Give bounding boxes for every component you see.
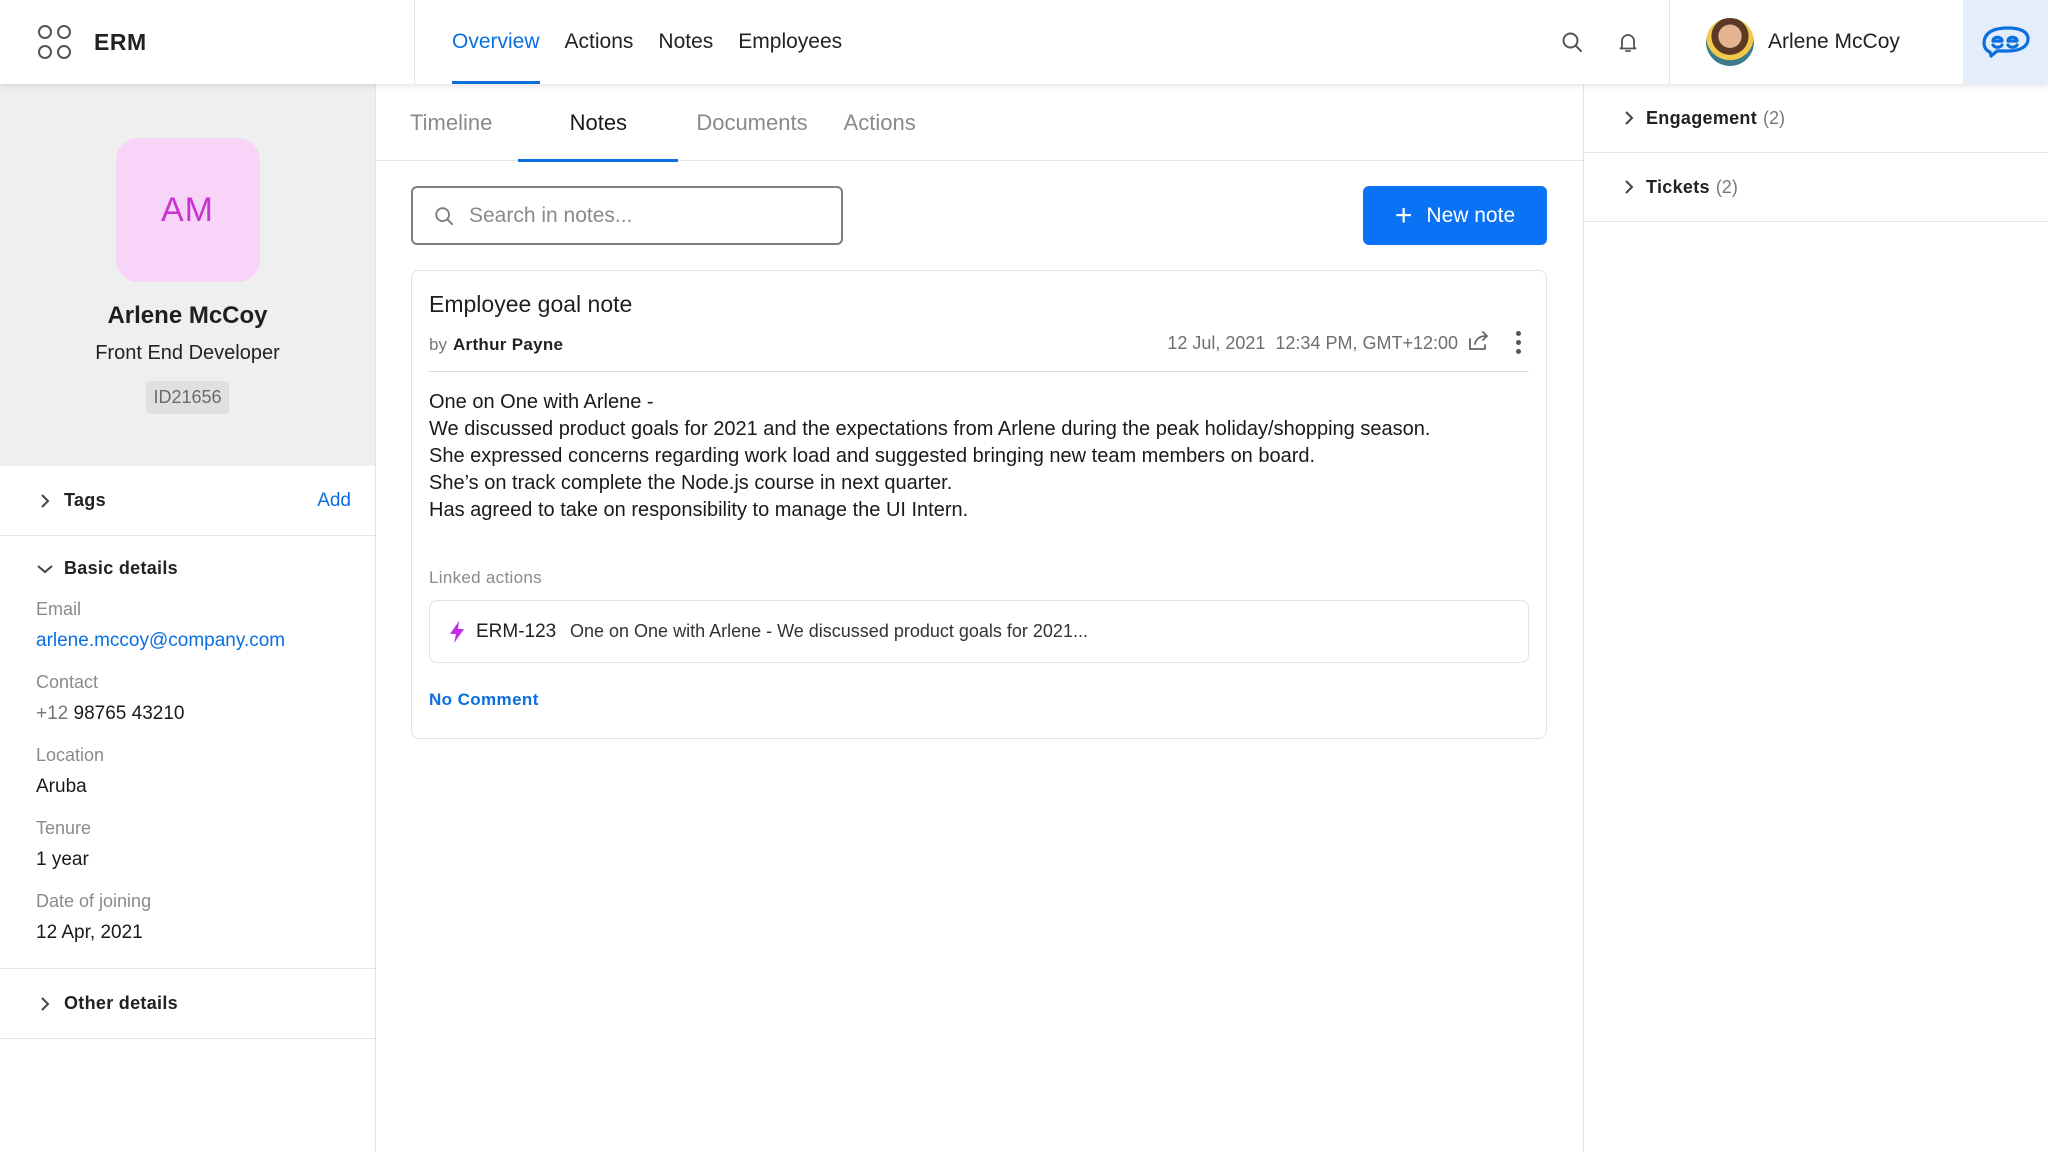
engagement-label: Engagement — [1646, 107, 1758, 128]
note-timestamp: 12 Jul, 2021 12:34 PM, GMT+12:00 — [1167, 333, 1458, 354]
initials-avatar: AM — [115, 138, 260, 282]
linked-action-item[interactable]: ERM-123 One on One with Arlene - We disc… — [429, 600, 1529, 663]
avatar — [1706, 18, 1754, 66]
brand-logo-icon[interactable] — [1963, 0, 2048, 84]
top-icons — [1556, 26, 1644, 58]
linked-action-text: One on One with Arlene - We discussed pr… — [570, 621, 1088, 641]
plus-icon: + — [1394, 198, 1413, 232]
chevron-right-icon — [1625, 111, 1634, 125]
app-name: ERM — [94, 28, 147, 55]
top-bar: ERM Overview Actions Notes Employees Arl… — [0, 0, 2048, 84]
new-note-button[interactable]: + New note — [1363, 186, 1547, 245]
note-line: We discussed product goals for 2021 and … — [429, 418, 1431, 440]
linked-actions-label: Linked actions — [429, 568, 542, 587]
contact-label: Contact — [36, 672, 99, 692]
tickets-section[interactable]: Tickets (2) — [1584, 153, 2048, 222]
employee-name: Arlene McCoy — [107, 302, 268, 329]
note-author-line: by Arthur Payne — [429, 335, 563, 355]
comment-link[interactable]: No Comment — [429, 690, 539, 710]
nav-item-employees[interactable]: Employees — [738, 0, 842, 84]
content-tabs: Timeline Notes Documents Actions — [376, 84, 1583, 162]
tags-section[interactable]: Tags Add — [0, 466, 375, 536]
nav-item-actions[interactable]: Actions — [565, 0, 634, 84]
doj-value: 12 Apr, 2021 — [36, 922, 143, 943]
location-value: Aruba — [36, 776, 87, 797]
email-value[interactable]: arlene.mccoy@company.com — [36, 630, 375, 652]
profile-card: AM Arlene McCoy Front End Developer ID21… — [0, 84, 375, 466]
nav-item-overview[interactable]: Overview — [452, 0, 540, 84]
add-tag-link[interactable]: Add — [317, 490, 351, 512]
chevron-right-icon — [41, 493, 50, 508]
tab-timeline[interactable]: Timeline — [410, 84, 492, 161]
note-title: Employee goal note — [429, 291, 633, 317]
other-details-section[interactable]: Other details — [0, 969, 375, 1039]
note-body: One on One with Arlene - We discussed pr… — [429, 389, 1529, 524]
chevron-right-icon — [41, 996, 50, 1011]
tickets-label: Tickets — [1646, 176, 1710, 197]
tenure-value: 1 year — [36, 849, 89, 870]
notes-search — [411, 186, 843, 245]
bolt-icon — [450, 620, 464, 643]
brand-area: ERM — [0, 0, 415, 84]
nav-item-notes[interactable]: Notes — [658, 0, 713, 84]
new-note-label: New note — [1426, 203, 1516, 227]
search-icon[interactable] — [1556, 26, 1588, 58]
basic-details-header[interactable]: Basic details — [36, 558, 375, 579]
note-time: 12:34 PM, GMT+12:00 — [1275, 333, 1458, 353]
more-vertical-icon[interactable] — [1516, 331, 1524, 354]
note-card: Employee goal note by Arthur Payne 12 Jul… — [411, 270, 1547, 739]
share-icon[interactable] — [1468, 331, 1490, 356]
bell-icon[interactable] — [1612, 26, 1644, 58]
location-label: Location — [36, 745, 105, 765]
employee-sidebar: AM Arlene McCoy Front End Developer ID21… — [0, 84, 376, 1151]
tab-documents[interactable]: Documents — [696, 84, 807, 161]
right-panel: Engagement (2) Tickets (2) — [1583, 84, 2048, 1151]
doj-label: Date of joining — [36, 891, 152, 911]
chevron-right-icon — [1625, 180, 1634, 194]
contact-value: +12 98765 43210 — [36, 703, 375, 725]
linked-action-id: ERM-123 — [476, 620, 557, 642]
note-author: Arthur Payne — [452, 335, 564, 354]
search-icon — [435, 206, 454, 225]
contact-country-code: +12 — [36, 703, 69, 724]
tab-actions[interactable]: Actions — [844, 84, 916, 161]
other-details-label: Other details — [64, 993, 178, 1013]
user-menu[interactable]: Arlene McCoy — [1669, 0, 1963, 84]
tickets-count: (2) — [1715, 176, 1738, 197]
basic-details-section: Basic details Email arlene.mccoy@company… — [0, 536, 375, 969]
card-divider — [429, 371, 1529, 372]
basic-details-title: Basic details — [64, 558, 178, 578]
search-input[interactable] — [469, 203, 829, 228]
tenure-label: Tenure — [36, 818, 92, 838]
tab-notes[interactable]: Notes — [518, 84, 679, 162]
note-date: 12 Jul, 2021 — [1167, 333, 1266, 353]
main-nav: Overview Actions Notes Employees — [452, 0, 867, 84]
notes-main: Timeline Notes Documents Actions + New n… — [376, 84, 1583, 1151]
note-line: She expressed concerns regarding work lo… — [429, 445, 1316, 467]
employee-id-badge: ID21656 — [146, 381, 229, 414]
email-label: Email — [36, 599, 82, 619]
contact-number: 98765 43210 — [73, 703, 185, 724]
chevron-down-icon — [37, 564, 53, 573]
engagement-section[interactable]: Engagement (2) — [1584, 84, 2048, 153]
apps-grid-icon[interactable] — [38, 25, 72, 59]
note-by-prefix: by — [429, 335, 447, 354]
note-line: She’s on track complete the Node.js cour… — [429, 472, 953, 494]
user-name: Arlene McCoy — [1768, 30, 1900, 53]
tags-label: Tags — [64, 490, 106, 510]
note-line: Has agreed to take on responsibility to … — [429, 499, 969, 521]
engagement-count: (2) — [1763, 107, 1786, 128]
employee-role: Front End Developer — [95, 342, 280, 364]
note-line: One on One with Arlene - — [429, 391, 654, 413]
